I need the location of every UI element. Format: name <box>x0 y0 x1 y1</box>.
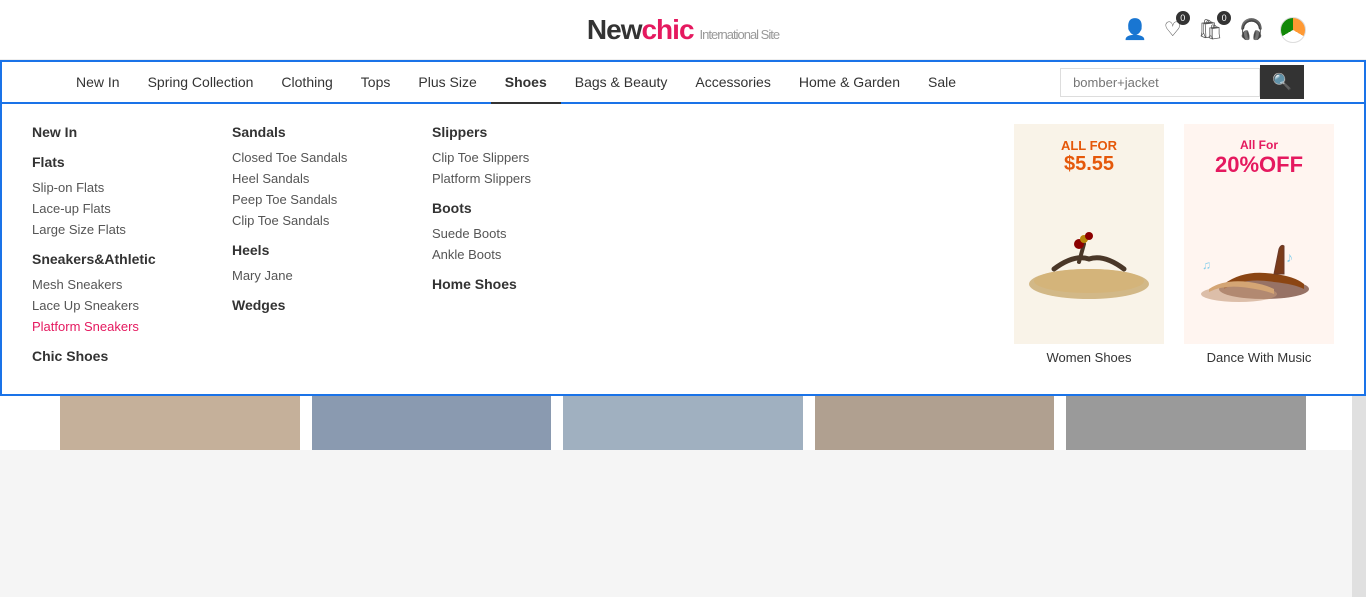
search-input[interactable] <box>1060 68 1260 97</box>
link-ankle-boots[interactable]: Ankle Boots <box>432 247 612 262</box>
nav-search: 🔍 <box>1060 65 1304 99</box>
nav-item-bags[interactable]: Bags & Beauty <box>561 60 682 104</box>
section-title-heels: Heels <box>232 242 412 258</box>
dropdown-col-1: New In Flats Slip-on Flats Lace-up Flats… <box>32 124 232 374</box>
promo-label-2: Dance With Music <box>1184 350 1334 365</box>
promo-img-1: ALL FOR $5.55 <box>1014 124 1164 344</box>
promo-20off: 20%OFF <box>1184 152 1334 178</box>
promo-img-2: All For 20%OFF ♪ ♫ <box>1184 124 1334 344</box>
dropdown-col-3: Slippers Clip Toe Slippers Platform Slip… <box>432 124 632 374</box>
section-title-sneakers: Sneakers&Athletic <box>32 251 212 267</box>
section-title-chicshoes: Chic Shoes <box>32 348 212 364</box>
wishlist-badge: 0 <box>1176 11 1190 25</box>
promo-price: $5.55 <box>1014 153 1164 176</box>
logo-chic: chic <box>641 14 693 45</box>
link-cliptoe-slippers[interactable]: Clip Toe Slippers <box>432 150 612 165</box>
nav-item-tops[interactable]: Tops <box>347 60 405 104</box>
promo-label-1: Women Shoes <box>1014 350 1164 365</box>
nav-items: New In Spring Collection Clothing Tops P… <box>62 60 1060 104</box>
wishlist-icon[interactable]: ♡ 0 <box>1164 17 1182 42</box>
section-title-flats: Flats <box>32 154 212 170</box>
nav-item-shoes[interactable]: Shoes <box>491 60 561 104</box>
link-slipon-flats[interactable]: Slip-on Flats <box>32 180 212 195</box>
section-title-boots: Boots <box>432 200 612 216</box>
nav-item-plussize[interactable]: Plus Size <box>404 60 490 104</box>
link-laceup-flats[interactable]: Lace-up Flats <box>32 201 212 216</box>
promo-all-for-2: All For <box>1184 138 1334 152</box>
link-laceup-sneakers[interactable]: Lace Up Sneakers <box>32 298 212 313</box>
section-title-wedges: Wedges <box>232 297 412 313</box>
link-peeptoe-sandals[interactable]: Peep Toe Sandals <box>232 192 412 207</box>
nav-item-newin[interactable]: New In <box>62 60 134 104</box>
nav-item-accessories[interactable]: Accessories <box>681 60 784 104</box>
nav-item-clothing[interactable]: Clothing <box>267 60 346 104</box>
cart-icon[interactable]: 🛍 0 <box>1198 17 1223 42</box>
promo-all-for-label: ALL FOR <box>1014 138 1164 153</box>
logo-new: New <box>587 14 642 45</box>
language-flag[interactable] <box>1280 17 1306 43</box>
logo[interactable]: Newchic International Site <box>587 14 779 46</box>
header: Newchic International Site 👤 ♡ 0 🛍 0 🎧 <box>0 0 1366 60</box>
support-icon[interactable]: 🎧 <box>1239 17 1264 42</box>
account-icon[interactable]: 👤 <box>1123 17 1148 42</box>
link-platform-sneakers[interactable]: Platform Sneakers <box>32 319 212 334</box>
nav-item-spring[interactable]: Spring Collection <box>134 60 268 104</box>
link-mesh-sneakers[interactable]: Mesh Sneakers <box>32 277 212 292</box>
link-cliptoe-sandals[interactable]: Clip Toe Sandals <box>232 213 412 228</box>
logo-intl: International Site <box>700 27 780 42</box>
section-title-sandals: Sandals <box>232 124 412 140</box>
dance-shoes-svg: ♪ ♫ <box>1194 199 1324 329</box>
promo-overlay-1: ALL FOR $5.55 <box>1014 138 1164 176</box>
header-icons: 👤 ♡ 0 🛍 0 🎧 <box>1123 17 1306 43</box>
svg-text:♪: ♪ <box>1286 249 1293 265</box>
link-closedtoe-sandals[interactable]: Closed Toe Sandals <box>232 150 412 165</box>
nav-item-sale[interactable]: Sale <box>914 60 970 104</box>
nav: New In Spring Collection Clothing Tops P… <box>0 60 1366 104</box>
link-platform-slippers[interactable]: Platform Slippers <box>432 171 612 186</box>
promo-card-women-shoes[interactable]: ALL FOR $5.55 <box>1014 124 1164 365</box>
shoes-dropdown: New In Flats Slip-on Flats Lace-up Flats… <box>0 104 1366 396</box>
dropdown-promos: ALL FOR $5.55 <box>1014 124 1334 374</box>
search-button[interactable]: 🔍 <box>1260 65 1304 99</box>
promo-card-dance[interactable]: All For 20%OFF ♪ ♫ <box>1184 124 1334 365</box>
link-heel-sandals[interactable]: Heel Sandals <box>232 171 412 186</box>
dropdown-col-2: Sandals Closed Toe Sandals Heel Sandals … <box>232 124 432 374</box>
nav-item-home[interactable]: Home & Garden <box>785 60 914 104</box>
link-suede-boots[interactable]: Suede Boots <box>432 226 612 241</box>
promo-overlay-2: All For 20%OFF <box>1184 138 1334 178</box>
sandal-svg <box>1024 199 1154 329</box>
section-title-newin: New In <box>32 124 212 140</box>
link-largesize-flats[interactable]: Large Size Flats <box>32 222 212 237</box>
svg-text:♫: ♫ <box>1202 258 1211 272</box>
section-title-slippers: Slippers <box>432 124 612 140</box>
cart-badge: 0 <box>1217 11 1231 25</box>
section-title-homeshoes: Home Shoes <box>432 276 612 292</box>
link-mary-jane[interactable]: Mary Jane <box>232 268 412 283</box>
